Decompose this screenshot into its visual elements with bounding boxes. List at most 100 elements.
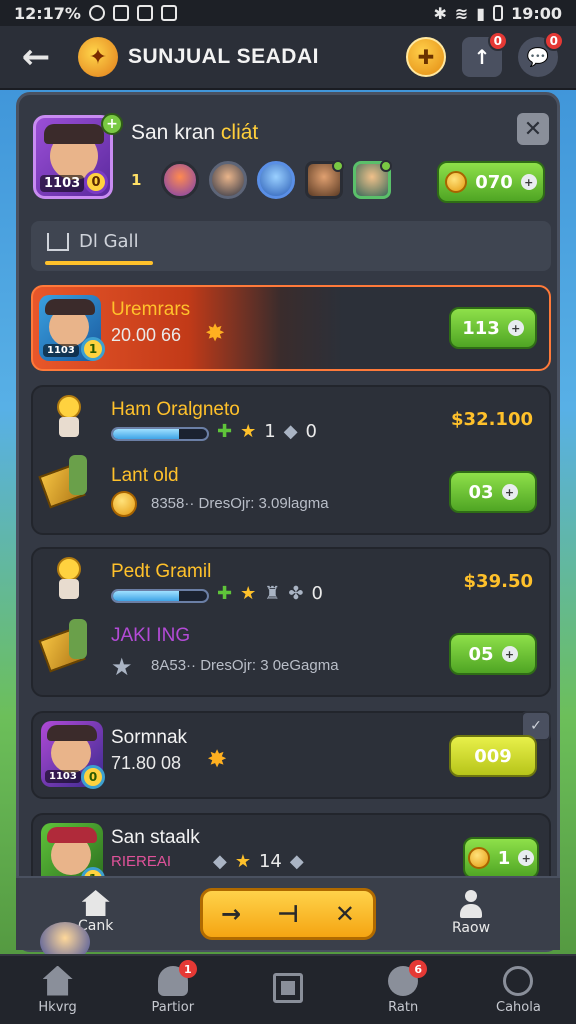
- skip-icon[interactable]: ⊣: [277, 900, 299, 928]
- plus-icon: +: [501, 484, 518, 500]
- hero-icon: [49, 395, 89, 439]
- close-button[interactable]: ✕: [517, 113, 549, 145]
- chat-icon: 💬: [526, 46, 550, 68]
- game-logo-icon: ✦: [78, 37, 118, 77]
- bluetooth-icon: ✱: [433, 3, 447, 23]
- warrior-icon: [38, 451, 103, 511]
- progress-bar: [111, 427, 209, 441]
- plus-green-icon: ✚: [217, 421, 233, 442]
- stat-value: 14: [258, 851, 282, 872]
- progress-bar: [111, 589, 209, 603]
- claim-button[interactable]: 1 +: [463, 837, 539, 879]
- warrior-icon: [38, 615, 103, 675]
- item-stats: ✚ ★ ♜ ✤ 0: [217, 583, 323, 604]
- rewards-button[interactable]: ✚: [406, 37, 446, 77]
- item-name: San staalk: [111, 827, 200, 848]
- cube-icon: ◆: [289, 851, 304, 872]
- item-name: Pedt Gramil: [111, 561, 212, 582]
- person-icon: [458, 890, 484, 918]
- nav-badge: 6: [409, 960, 428, 978]
- buy-value: 03: [468, 481, 494, 503]
- claim-button[interactable]: 113 +: [449, 307, 537, 349]
- profile-header: 1103 0 + San kran cliát ✕ 1 070 +: [33, 113, 549, 205]
- nav-label: Partior: [151, 999, 195, 1015]
- list-item[interactable]: 1103 0 Sormnak 71.80 08 ✸ ✓ 009: [31, 711, 551, 799]
- main-panel: 1103 0 + San kran cliát ✕ 1 070 + Dl Gal…: [16, 92, 560, 952]
- app-icon: [136, 5, 153, 21]
- progress-fill: [113, 591, 179, 601]
- item-subtitle: 71.80 08: [111, 753, 182, 773]
- nav-label: Cahola: [496, 999, 541, 1015]
- raow-label: Raow: [452, 920, 491, 936]
- claim-value: 009: [474, 745, 512, 767]
- forward-arrow-icon[interactable]: →: [221, 900, 241, 928]
- nav-center[interactable]: [230, 956, 345, 1024]
- plus-icon: +: [518, 850, 535, 866]
- nav-partior[interactable]: 1 Partior: [115, 956, 230, 1024]
- coin-icon: [111, 491, 137, 517]
- item-stats: ◆ ★ 14 ◆: [213, 851, 304, 872]
- add-avatar-icon[interactable]: +: [101, 113, 123, 135]
- friend-avatar[interactable]: [257, 161, 295, 199]
- item-detail: 8A53·· DresOjr: 3 0eGagma: [151, 657, 339, 674]
- app-title: SUNJUAL SEADAI: [128, 45, 319, 68]
- home-icon: [42, 965, 73, 996]
- coin-icon: [445, 171, 468, 193]
- item-stats: ✚ ★ 1 ◆ 0: [217, 421, 317, 442]
- online-dot: [380, 160, 392, 172]
- tab-main[interactable]: Dl Gall: [47, 231, 139, 252]
- upgrade-button[interactable]: ↑ 0: [462, 31, 508, 77]
- nav-cahola[interactable]: Cahola: [461, 956, 576, 1024]
- gold-balance-button[interactable]: 070 +: [437, 161, 545, 203]
- stat-value: 1: [264, 421, 276, 442]
- friend-avatar[interactable]: [305, 160, 344, 199]
- item-name: Uremrars: [111, 299, 191, 320]
- star-icon: ★: [240, 421, 257, 442]
- friend-avatar[interactable]: [209, 161, 247, 199]
- item-sub-name: JAKI ING: [111, 625, 191, 646]
- chat-button[interactable]: 💬 0: [518, 31, 564, 77]
- signal-icon: ▮: [476, 3, 486, 23]
- hero-icon: [49, 557, 89, 601]
- item-coin-badge: 1: [81, 337, 105, 361]
- nav-ratn[interactable]: 6 Ratn: [346, 956, 461, 1024]
- star-icon: ✸: [205, 319, 226, 347]
- upgrade-badge: 0: [487, 31, 508, 51]
- status-time-left: 12:17%: [14, 3, 81, 23]
- friend-count: 1: [131, 171, 142, 189]
- stat-value: 0: [305, 421, 317, 442]
- battery-icon: [493, 5, 504, 21]
- raow-button[interactable]: Raow: [452, 890, 490, 936]
- notification-icon: [88, 5, 105, 21]
- cancel-icon[interactable]: ✕: [335, 900, 355, 928]
- item-subtitle: 20.00 66: [111, 325, 182, 345]
- tab-underline: [45, 261, 153, 265]
- nav-home[interactable]: Hkvrg: [0, 956, 115, 1024]
- buy-value: 05: [468, 643, 494, 665]
- list-item[interactable]: Ham Oralgneto $32.100 ✚ ★ 1 ◆ 0 Lant old…: [31, 385, 551, 535]
- avatar-hat: [47, 725, 97, 741]
- online-dot: [332, 160, 344, 172]
- gold-balance: 070: [475, 171, 513, 193]
- claim-button[interactable]: 009: [449, 735, 537, 777]
- list-item[interactable]: Pedt Gramil $39.50 ✚ ★ ♜ ✤ 0 JAKI ING ★ …: [31, 547, 551, 697]
- list-item[interactable]: 1103 1 Uremrars 20.00 66 ✸ 113 +: [31, 285, 551, 371]
- item-level: 1103: [45, 770, 81, 783]
- item-price: $32.100: [451, 409, 533, 430]
- item-level: 1103: [43, 344, 79, 357]
- profile-name-accent: cliát: [220, 121, 259, 144]
- status-bar: 12:17% ✱ ≋ ▮ 19:00: [0, 0, 576, 26]
- cube-icon: ◆: [213, 851, 227, 872]
- back-arrow-icon[interactable]: ←: [18, 37, 54, 77]
- friend-avatar[interactable]: [353, 160, 392, 199]
- buy-button[interactable]: 05 +: [449, 633, 537, 675]
- star-icon: ✸: [207, 745, 228, 773]
- action-strip: Cank → ⊣ ✕ Raow: [16, 876, 560, 962]
- buy-button[interactable]: 03 +: [449, 471, 537, 513]
- friend-avatar[interactable]: [161, 161, 199, 199]
- avatar-level: 1103: [40, 175, 85, 192]
- plus-icon: +: [501, 646, 518, 662]
- tab-label: Dl Gall: [79, 231, 139, 252]
- folder-icon: [47, 232, 69, 251]
- avatar-coin-badge: 0: [84, 170, 108, 194]
